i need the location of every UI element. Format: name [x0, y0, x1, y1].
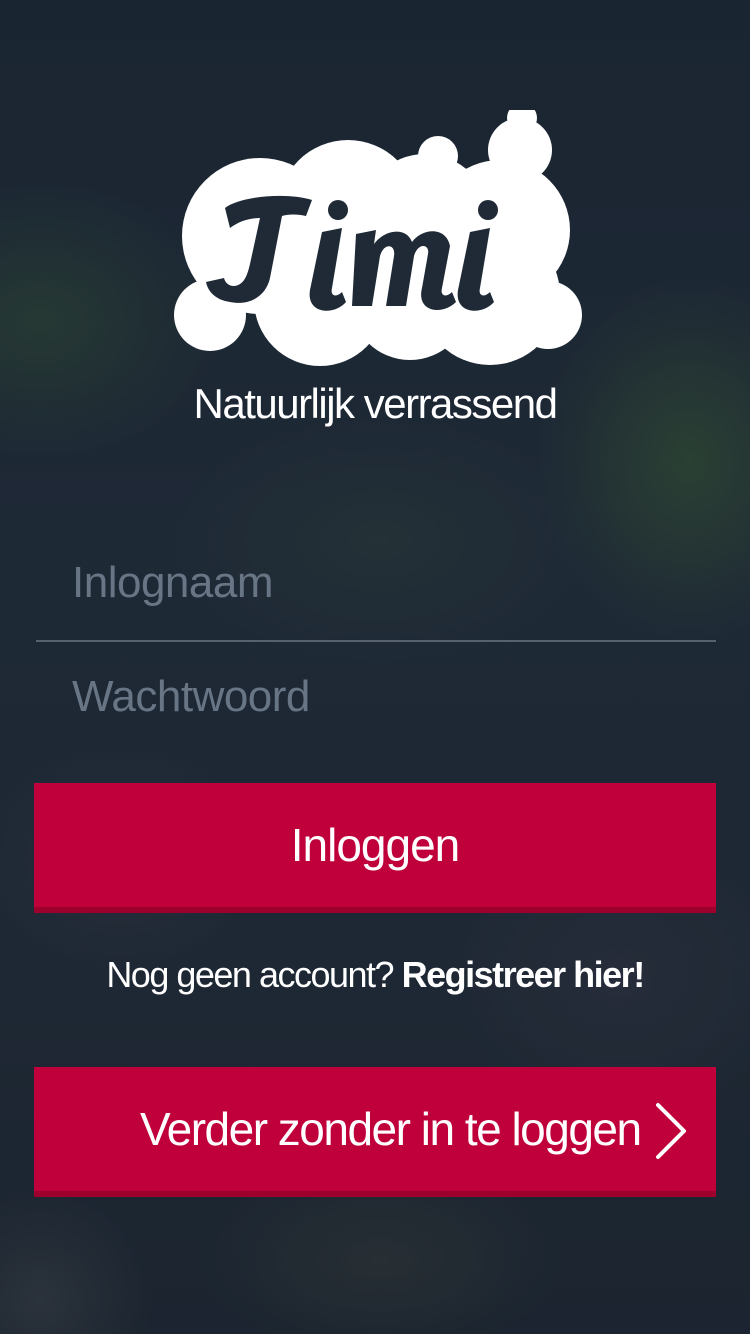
username-input[interactable] — [36, 528, 716, 638]
tagline: Natuurlijk verrassend — [193, 380, 559, 427]
login-button[interactable]: Inloggen — [34, 783, 716, 913]
register-prompt-text: Nog geen account? — [106, 954, 394, 995]
logo-dot-1 — [424, 142, 452, 170]
continue-as-guest-label: Verder zonder in te loggen — [140, 1103, 642, 1155]
register-prompt: Nog geen account? Registreer hier! — [0, 954, 750, 996]
register-link[interactable]: Registreer hier! — [402, 954, 646, 995]
continue-as-guest-button[interactable]: Verder zonder in te loggen — [34, 1067, 716, 1197]
chevron-right-icon — [656, 1103, 686, 1159]
jimi-logo — [174, 110, 582, 366]
logo-dot-2 — [495, 125, 545, 175]
password-input[interactable] — [36, 642, 716, 752]
